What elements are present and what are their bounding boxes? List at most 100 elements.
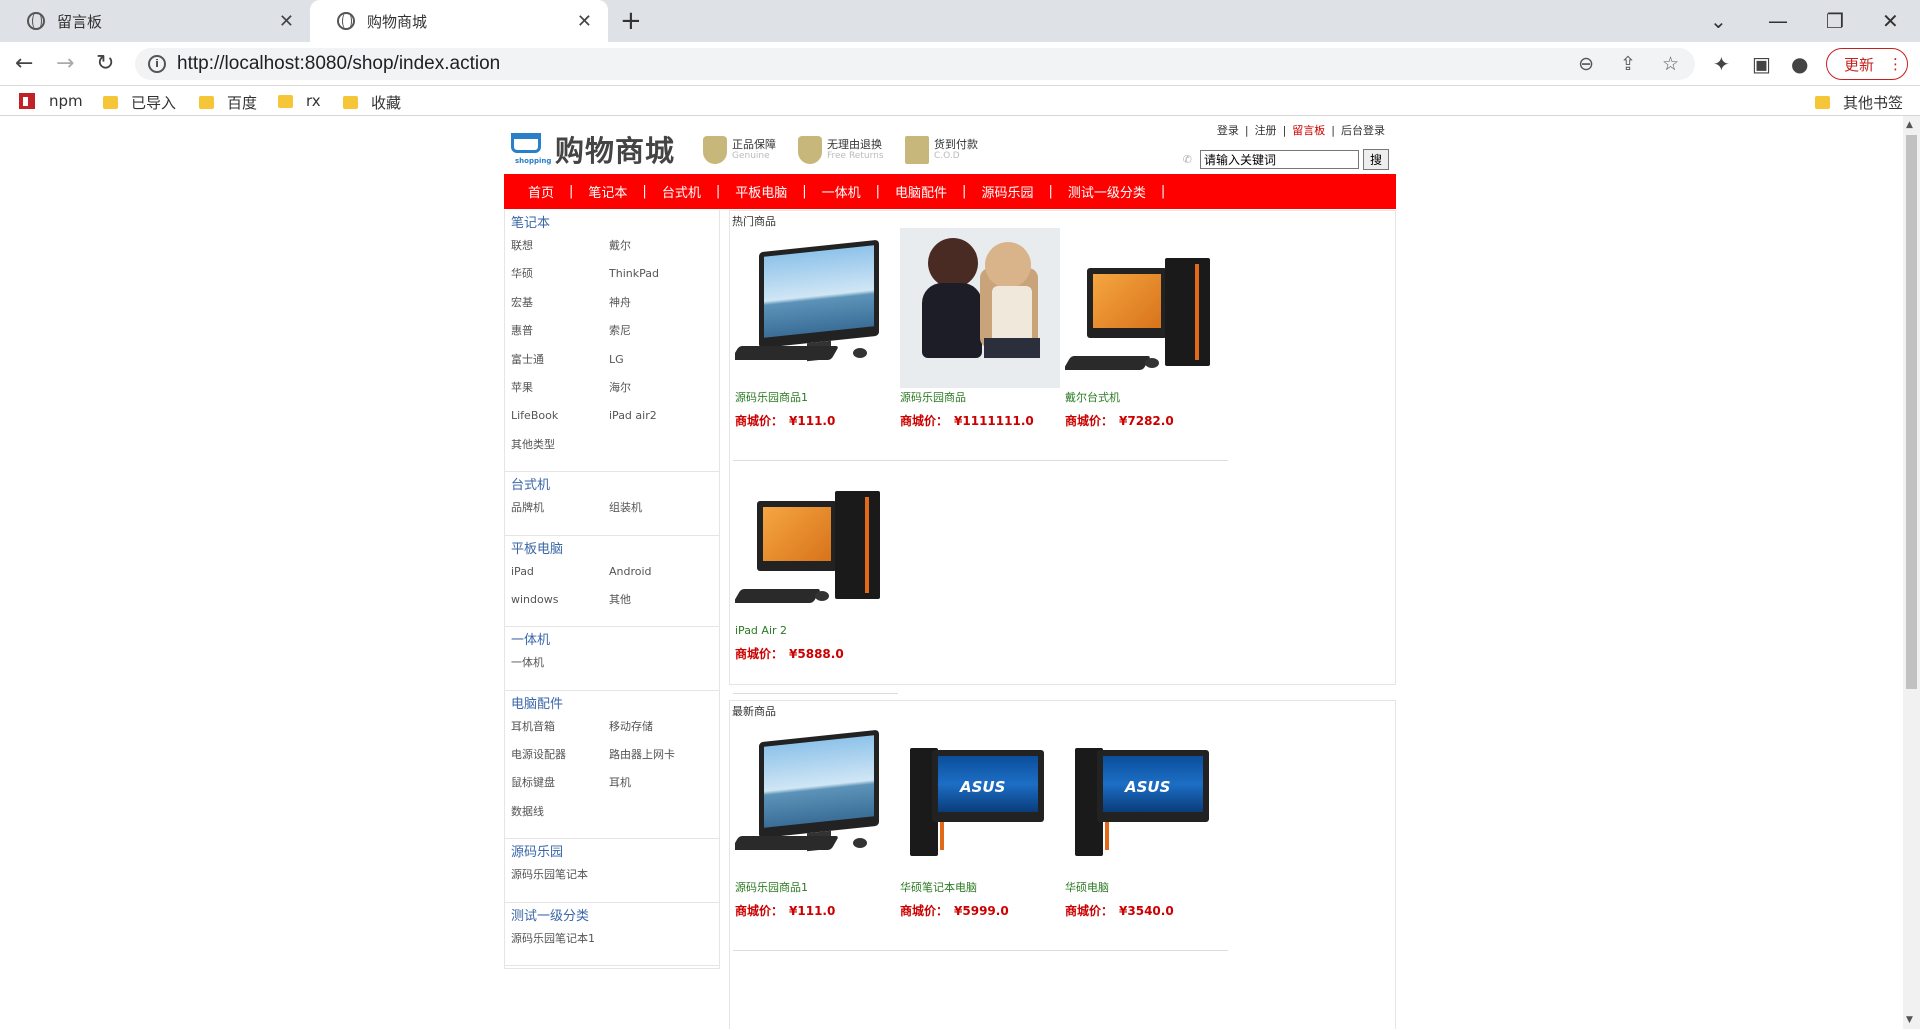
product-name[interactable]: 源码乐园商品1 — [735, 880, 898, 902]
bookmark-rx[interactable]: rx — [278, 92, 321, 110]
subcategory-link[interactable]: 华硕 — [511, 266, 609, 294]
subcategory-link[interactable]: 其他类型 — [511, 437, 609, 465]
nav-tablet[interactable]: 平板电脑 — [720, 182, 802, 201]
scrollbar[interactable]: ▲ ▼ — [1903, 116, 1920, 1029]
bookmark-npm[interactable]: npm — [19, 92, 83, 110]
product-card[interactable]: 源码乐园商品1 商城价： ¥111.0 — [733, 718, 898, 951]
scroll-thumb[interactable] — [1906, 135, 1917, 689]
subcategory-link[interactable]: 组装机 — [609, 500, 707, 528]
search-button[interactable]: 搜 — [1363, 149, 1389, 170]
product-name[interactable]: 源码乐园商品1 — [735, 390, 898, 412]
subcategory-link[interactable]: 路由器上网卡 — [609, 747, 707, 775]
close-icon[interactable]: ✕ — [577, 11, 592, 32]
subcategory-link[interactable]: LifeBook — [511, 408, 609, 436]
admin-login-link[interactable]: 后台登录 — [1341, 124, 1385, 137]
category-title[interactable]: 平板电脑 — [511, 540, 713, 560]
forward-button[interactable]: → — [56, 51, 74, 76]
product-image[interactable] — [735, 228, 895, 388]
product-image[interactable] — [735, 718, 895, 878]
subcategory-link[interactable]: iPad — [511, 564, 609, 592]
category-title[interactable]: 笔记本 — [511, 214, 713, 234]
subcategory-link[interactable]: 耳机音箱 — [511, 719, 609, 747]
profile-icon[interactable]: ● — [1791, 52, 1808, 76]
subcategory-link[interactable]: 耳机 — [609, 775, 707, 803]
subcategory-link[interactable]: 源码乐园笔记本1 — [511, 931, 609, 959]
subcategory-link[interactable]: LG — [609, 352, 707, 380]
subcategory-link[interactable]: 一体机 — [511, 655, 609, 683]
subcategory-link[interactable]: 海尔 — [609, 380, 707, 408]
product-name[interactable]: 戴尔台式机 — [1065, 390, 1228, 412]
nav-all-in-one[interactable]: 一体机 — [807, 182, 876, 201]
url-text[interactable]: http://localhost:8080/shop/index.action — [177, 53, 500, 75]
search-input[interactable] — [1200, 150, 1359, 169]
subcategory-link[interactable]: iPad air2 — [609, 408, 707, 436]
address-bar[interactable]: i http://localhost:8080/shop/index.actio… — [135, 48, 1695, 80]
subcategory-link[interactable]: 苹果 — [511, 380, 609, 408]
product-card[interactable]: 华硕笔记本电脑商城价： ¥5999.0 — [898, 718, 1063, 951]
subcategory-link[interactable]: ThinkPad — [609, 266, 707, 294]
nav-test-category[interactable]: 测试一级分类 — [1053, 182, 1161, 201]
product-card[interactable]: iPad Air 2 商城价： ¥5888.0 — [733, 461, 898, 694]
new-tab-button[interactable]: + — [620, 6, 642, 36]
scroll-up-icon[interactable]: ▲ — [1906, 120, 1913, 130]
login-link[interactable]: 登录 — [1217, 124, 1239, 137]
subcategory-link[interactable]: 数据线 — [511, 804, 609, 832]
tab-guestbook[interactable]: 留言板 ✕ — [0, 0, 310, 42]
subcategory-link[interactable]: 联想 — [511, 238, 609, 266]
subcategory-link[interactable]: 鼠标键盘 — [511, 775, 609, 803]
subcategory-link[interactable]: 电源设配器 — [511, 747, 609, 775]
subcategory-link[interactable]: 神舟 — [609, 295, 707, 323]
category-title[interactable]: 测试一级分类 — [511, 907, 713, 927]
subcategory-link[interactable]: windows — [511, 592, 609, 620]
register-link[interactable]: 注册 — [1255, 124, 1277, 137]
nav-home[interactable]: 首页 — [513, 182, 569, 201]
reload-button[interactable]: ↻ — [96, 51, 114, 76]
product-name[interactable]: 华硕电脑 — [1065, 880, 1228, 902]
chevron-down-icon[interactable]: ⌄ — [1710, 0, 1727, 42]
site-logo[interactable]: shopping 购物商城 — [509, 128, 675, 170]
category-title[interactable]: 台式机 — [511, 476, 713, 496]
subcategory-link[interactable]: 移动存储 — [609, 719, 707, 747]
subcategory-link[interactable]: 惠普 — [511, 323, 609, 351]
product-image[interactable] — [900, 718, 1060, 878]
nav-laptop[interactable]: 笔记本 — [573, 182, 642, 201]
product-image[interactable] — [1065, 228, 1225, 388]
bookmark-imported[interactable]: 已导入 — [103, 92, 176, 113]
close-window-button[interactable]: ✕ — [1882, 0, 1899, 42]
category-title[interactable]: 一体机 — [511, 631, 713, 651]
guestbook-link[interactable]: 留言板 — [1292, 124, 1325, 137]
product-name[interactable]: iPad Air 2 — [735, 623, 898, 645]
star-icon[interactable]: ☆ — [1662, 53, 1679, 76]
product-name[interactable]: 源码乐园商品 — [900, 390, 1063, 412]
product-image[interactable] — [735, 461, 895, 621]
subcategory-link[interactable]: 富士通 — [511, 352, 609, 380]
category-title[interactable]: 电脑配件 — [511, 695, 713, 715]
product-image[interactable] — [900, 228, 1060, 388]
sidepanel-icon[interactable]: ▣ — [1752, 52, 1771, 76]
subcategory-link[interactable]: 品牌机 — [511, 500, 609, 528]
info-icon[interactable]: i — [148, 55, 166, 73]
close-icon[interactable]: ✕ — [279, 11, 294, 32]
subcategory-link[interactable]: 其他 — [609, 592, 707, 620]
product-card[interactable]: 源码乐园商品 商城价： ¥1111111.0 — [898, 228, 1063, 461]
back-button[interactable]: ← — [15, 51, 33, 76]
tab-shop[interactable]: 购物商城 ✕ — [310, 0, 608, 42]
subcategory-link[interactable]: Android — [609, 564, 707, 592]
nav-desktop[interactable]: 台式机 — [647, 182, 716, 201]
bookmark-favorites[interactable]: 收藏 — [343, 92, 401, 113]
update-button[interactable]: 更新 ⋮ — [1826, 48, 1908, 80]
product-card[interactable]: 戴尔台式机 商城价： ¥7282.0 — [1063, 228, 1228, 461]
bookmark-other[interactable]: 其他书签 — [1815, 92, 1903, 113]
bookmark-baidu[interactable]: 百度 — [199, 92, 257, 113]
restore-button[interactable]: ❐ — [1826, 0, 1844, 42]
more-icon[interactable]: ⋮ — [1888, 55, 1903, 73]
subcategory-link[interactable]: 戴尔 — [609, 238, 707, 266]
product-image[interactable] — [1065, 718, 1225, 878]
minimize-button[interactable]: — — [1768, 0, 1788, 42]
share-icon[interactable]: ⇪ — [1620, 53, 1636, 76]
category-title[interactable]: 源码乐园 — [511, 843, 713, 863]
zoom-icon[interactable]: ⊖ — [1578, 53, 1594, 76]
nav-source-park[interactable]: 源码乐园 — [966, 182, 1048, 201]
subcategory-link[interactable]: 宏基 — [511, 295, 609, 323]
extensions-icon[interactable]: ✦ — [1713, 52, 1730, 76]
